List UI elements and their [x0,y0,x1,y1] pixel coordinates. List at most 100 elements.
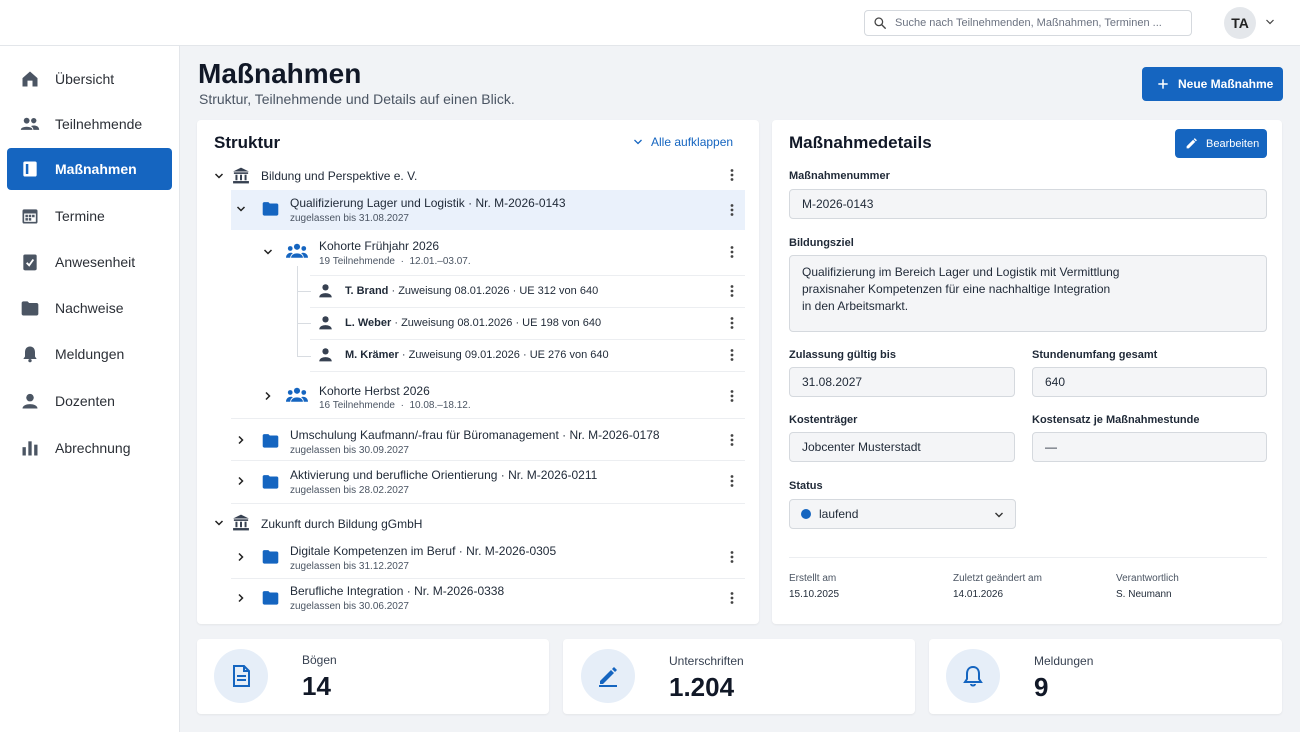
stat-label: Meldungen [1034,654,1094,668]
chevron-right-icon[interactable] [235,551,247,563]
participant-ue: UE 198 von 640 [522,317,602,329]
more-vertical-icon[interactable] [726,550,738,564]
more-vertical-icon[interactable] [726,474,738,488]
field-label: Zulassung gültig bis [789,349,896,361]
sidebar-item-abrechnung[interactable]: Abrechnung [7,427,172,469]
measure-number: Nr. M-2026-0338 [414,584,505,598]
divider [231,460,745,461]
sidebar-item-uebersicht[interactable]: Übersicht [7,58,172,100]
sidebar-item-label: Nachweise [55,300,124,316]
meta-label: Erstellt am [789,573,837,584]
participant-assignment: Zuweisung 09.01.2026 [408,349,520,361]
avatar[interactable]: TA [1224,7,1256,39]
more-vertical-icon[interactable] [726,348,738,362]
sidebar-item-dozenten[interactable]: Dozenten [7,380,172,422]
measure-title[interactable]: Berufliche Integration · Nr. M-2026-0338 [290,584,504,598]
org-name[interactable]: Bildung und Perspektive e. V. [261,169,417,183]
chevron-down-icon[interactable] [213,517,225,529]
more-vertical-icon[interactable] [726,389,738,403]
separator: · [406,584,411,598]
page-subtitle: Struktur, Teilnehmende und Details auf e… [199,91,515,107]
measure-subtitle: zugelassen bis 31.08.2027 [290,213,409,224]
education-goal-field[interactable]: Qualifizierung im Bereich Lager und Logi… [789,255,1267,332]
folder-icon [262,202,279,216]
search-input[interactable] [895,17,1185,29]
more-vertical-icon[interactable] [726,203,738,217]
valid-until-field[interactable]: 31.08.2027 [789,367,1015,397]
folder-icon [21,301,39,316]
chevron-right-icon[interactable] [235,475,247,487]
cost-bearer-field[interactable]: Jobcenter Musterstadt [789,432,1015,462]
chevron-right-icon[interactable] [235,434,247,446]
new-measure-button[interactable]: Neue Maßnahme [1142,67,1283,101]
sidebar-item-nachweise[interactable]: Nachweise [7,287,172,329]
meta-label: Verantwortlich [1116,573,1179,584]
participant-row[interactable]: L. Weber · Zuweisung 08.01.2026 · UE 198… [345,317,601,329]
more-vertical-icon[interactable] [726,284,738,298]
sidebar-item-teilnehmende[interactable]: Teilnehmende [7,103,172,145]
participant-ue: UE 312 von 640 [519,285,599,297]
divider [231,578,745,579]
details-title: Maßnahmedetails [789,133,932,152]
separator: · [512,285,517,297]
status-value: laufend [819,507,859,521]
chevron-down-icon[interactable] [262,246,274,258]
cohort-period: 12.01.–03.07. [409,256,471,267]
measure-title[interactable]: Qualifizierung Lager und Logistik · Nr. … [290,196,566,210]
chevron-down-icon[interactable] [235,203,247,215]
field-label: Maßnahmenummer [789,170,890,182]
sidebar-item-label: Termine [55,208,105,224]
sidebar-item-termine[interactable]: Termine [7,195,172,237]
field-label: Kostenträger [789,414,858,426]
participant-row[interactable]: M. Krämer · Zuweisung 09.01.2026 · UE 27… [345,349,609,361]
chevron-right-icon[interactable] [262,390,274,402]
more-vertical-icon[interactable] [726,433,738,447]
chevron-right-icon[interactable] [235,592,247,604]
search-box[interactable] [864,10,1192,36]
cohort-title[interactable]: Kohorte Herbst 2026 [319,384,430,398]
meta-label: Zuletzt geändert am [953,573,1042,584]
hourly-rate-field[interactable]: — [1032,432,1267,462]
measure-title[interactable]: Umschulung Kaufmann/-frau für Büromanage… [290,428,660,442]
measure-title[interactable]: Digitale Kompetenzen im Beruf · Nr. M-20… [290,544,556,558]
sidebar-item-label: Dozenten [55,393,115,409]
participant-row[interactable]: T. Brand · Zuweisung 08.01.2026 · UE 312… [345,285,598,297]
chevron-down-icon[interactable] [213,170,225,182]
stat-value: 14 [302,671,331,701]
book-icon [23,161,37,177]
status-select[interactable]: laufend [789,499,1016,529]
sidebar-item-label: Maßnahmen [55,161,137,177]
measure-title[interactable]: Aktivierung und berufliche Orientierung … [290,468,597,482]
divider [310,339,745,340]
more-vertical-icon[interactable] [726,316,738,330]
expand-all-button[interactable]: Alle aufklappen [632,135,733,149]
more-vertical-icon[interactable] [726,245,738,259]
more-vertical-icon[interactable] [726,591,738,605]
field-label: Kostensatz je Maßnahmestunde [1032,414,1200,426]
chevron-down-icon[interactable] [1264,16,1276,28]
stat-icon-circle [581,649,635,703]
person-icon [319,316,332,330]
org-name[interactable]: Zukunft durch Bildung gGmbH [261,517,422,531]
plus-icon [1158,79,1168,89]
pencil-icon [1186,138,1197,149]
more-vertical-icon[interactable] [726,168,738,182]
measure-number-field[interactable]: M-2026-0143 [789,189,1267,219]
document-icon [233,665,250,687]
sidebar-item-meldungen[interactable]: Meldungen [7,333,172,375]
created-date: 15.10.2025 [789,589,840,600]
structure-title: Struktur [214,133,281,152]
folder-icon [262,434,279,448]
cohort-title[interactable]: Kohorte Frühjahr 2026 [319,239,439,253]
sidebar-item-massnahmen[interactable]: Maßnahmen [7,148,172,190]
search-icon [874,17,886,29]
total-hours-field[interactable]: 640 [1032,367,1267,397]
stat-icon-circle [214,649,268,703]
edit-button[interactable]: Bearbeiten [1175,129,1267,158]
separator: · [500,468,505,482]
sidebar-item-anwesenheit[interactable]: Anwesenheit [7,241,172,283]
measure-name: Umschulung Kaufmann/-frau für Büromanage… [290,428,559,442]
person-icon [22,393,38,409]
cohort-count: 16 Teilnehmende [319,400,395,411]
divider [310,371,745,372]
